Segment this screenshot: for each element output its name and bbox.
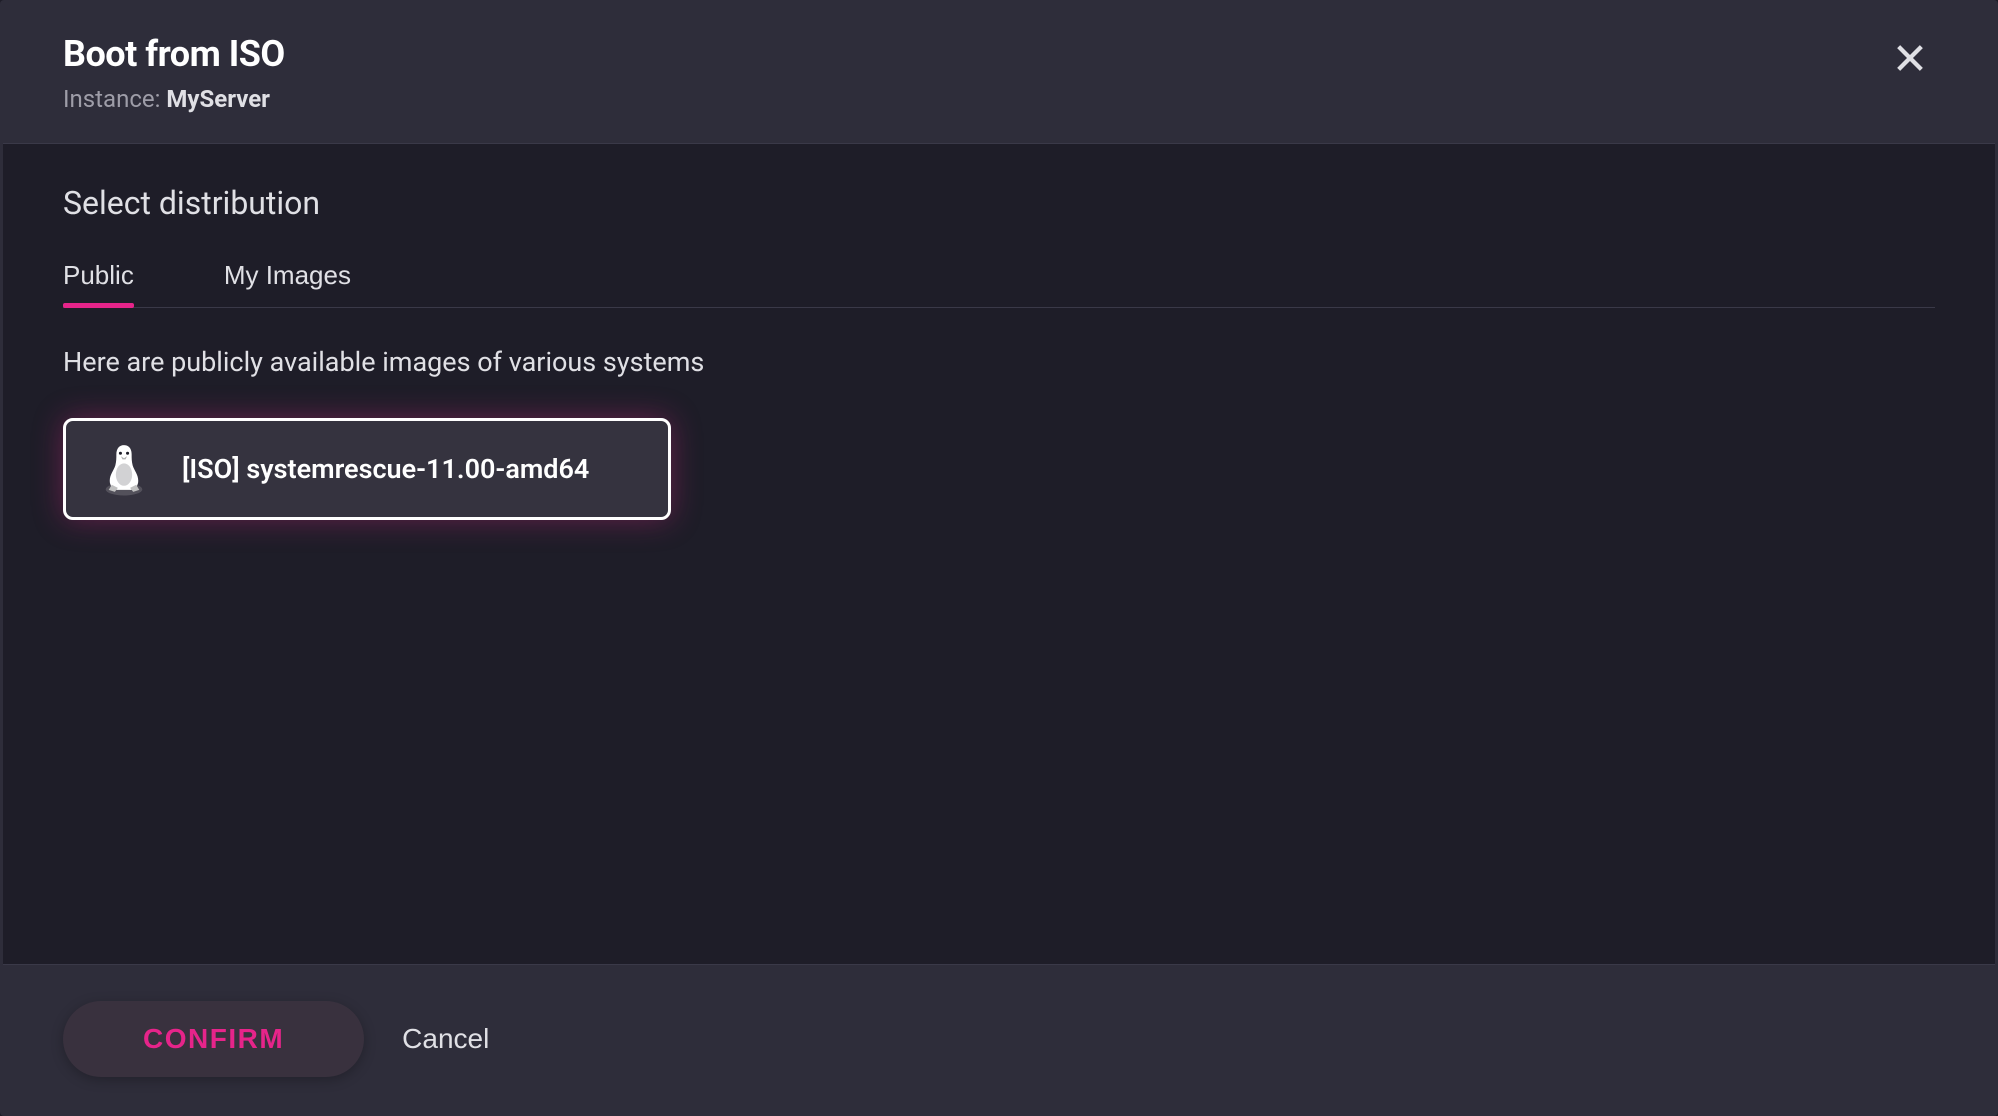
confirm-button[interactable]: CONFIRM [63,1001,364,1077]
boot-from-iso-modal: Boot from ISO Instance: MyServer Select … [0,0,1998,1116]
cancel-button-label: Cancel [402,1023,489,1054]
tabs-container: Public My Images [63,260,1935,308]
instance-name: MyServer [166,85,270,113]
linux-tux-icon [96,441,152,497]
modal-body: Select distribution Public My Images Her… [3,144,1995,964]
close-icon [1893,41,1927,75]
tab-public-label: Public [63,260,134,290]
section-title: Select distribution [63,184,1935,222]
cancel-button[interactable]: Cancel [392,1001,499,1077]
header-content: Boot from ISO Instance: MyServer [63,33,285,113]
modal-header: Boot from ISO Instance: MyServer [3,3,1995,144]
tab-my-images-label: My Images [224,260,351,290]
image-label: [ISO] systemrescue-11.00-amd64 [182,451,589,487]
modal-title: Boot from ISO [63,33,285,75]
tab-description: Here are publicly available images of va… [63,346,1935,378]
tab-my-images[interactable]: My Images [224,260,351,307]
modal-footer: CONFIRM Cancel [3,964,1995,1113]
instance-label: Instance: [63,85,166,113]
tab-public[interactable]: Public [63,260,134,307]
image-card-systemrescue[interactable]: [ISO] systemrescue-11.00-amd64 [63,418,671,520]
instance-line: Instance: MyServer [63,85,285,113]
images-grid: [ISO] systemrescue-11.00-amd64 [63,418,1935,520]
confirm-button-label: CONFIRM [143,1023,284,1054]
close-button[interactable] [1885,33,1935,83]
